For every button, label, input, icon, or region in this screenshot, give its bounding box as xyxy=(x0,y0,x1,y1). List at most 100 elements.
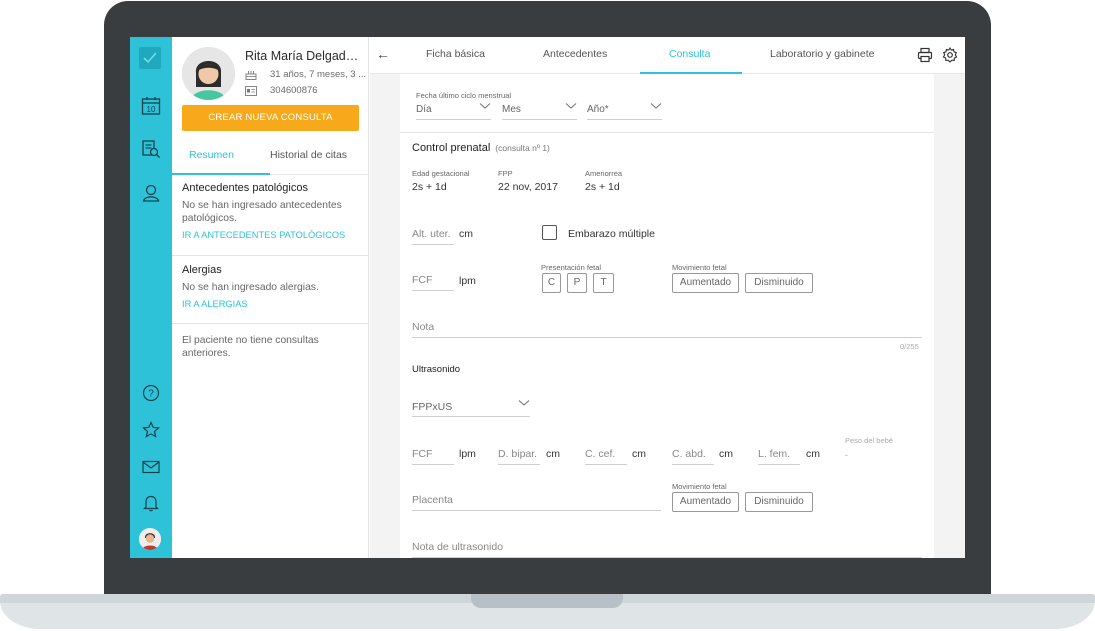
section-body: No se han ingresado alergias. xyxy=(182,282,319,293)
tab-antecedentes[interactable]: Antecedentes xyxy=(543,48,607,60)
control-subtitle: (consulta nº 1) xyxy=(495,143,550,153)
control-prenatal-title: Control prenatal (consulta nº 1) xyxy=(412,142,550,154)
us-aumentado-button[interactable]: Aumentado xyxy=(672,492,739,512)
section-title: Antecedentes patológicos xyxy=(182,182,308,194)
no-consults-text: El paciente no tiene consultas anteriore… xyxy=(182,335,319,359)
records-icon[interactable] xyxy=(139,137,163,161)
logo-icon[interactable] xyxy=(139,47,161,69)
section-body: No se han ingresado antecedentes patológ… xyxy=(182,200,342,224)
alt-uter-unit: cm xyxy=(459,228,473,240)
peso-bebe-label: Peso del bebé xyxy=(845,436,893,445)
tab-resumen[interactable]: Resumen xyxy=(189,149,234,161)
calendar-day: 10 xyxy=(147,105,156,114)
disminuido-button[interactable]: Disminuido xyxy=(745,273,813,293)
control-title-text: Control prenatal xyxy=(412,142,491,154)
day-select-value: Día xyxy=(416,104,432,115)
link-antecedentes[interactable]: IR A ANTECEDENTES PATOLÓGICOS xyxy=(182,230,358,240)
patient-age: 31 años, 7 meses, 3 ... xyxy=(270,69,367,80)
divider xyxy=(400,132,934,133)
amenorrea-value: 2s + 1d xyxy=(585,181,620,193)
embarazo-multiple-label: Embarazo múltiple xyxy=(568,228,655,240)
month-select-value: Mes xyxy=(502,104,521,115)
consult-form: Fecha último ciclo menstrual Día Mes Año… xyxy=(400,74,934,558)
star-icon[interactable] xyxy=(139,418,163,442)
app-screen: 10 ? Rita María Delgado... 31 años, 7 me… xyxy=(130,37,965,558)
bell-icon[interactable] xyxy=(139,491,163,515)
icon-sidebar: 10 ? xyxy=(130,37,172,558)
month-select[interactable]: Mes xyxy=(502,103,577,120)
patient-panel: Rita María Delgado... 31 años, 7 meses, … xyxy=(172,37,369,558)
presentacion-fetal-label: Presentación fetal xyxy=(541,263,602,272)
back-arrow-icon[interactable]: ← xyxy=(376,46,390,62)
gear-icon[interactable] xyxy=(942,46,958,63)
id-card-icon xyxy=(245,85,257,96)
fpp-label: FPP xyxy=(498,169,513,178)
chevron-down-icon xyxy=(479,103,491,109)
c-abd-unit: cm xyxy=(719,448,733,460)
fcf-input[interactable]: FCF xyxy=(412,274,454,291)
section-alergias: Alergias No se han ingresado alergias. I… xyxy=(172,264,368,324)
movimiento-fetal-label: Movimiento fetal xyxy=(672,263,727,272)
mail-icon[interactable] xyxy=(139,455,163,479)
patients-icon[interactable] xyxy=(139,181,163,205)
nota-ultrasonido-input[interactable]: Nota de ultrasonido xyxy=(412,541,922,558)
l-fem-input[interactable]: L. fem. xyxy=(758,448,800,465)
patient-age-row: 31 años, 7 meses, 3 ... xyxy=(245,69,366,80)
section-title: Alergias xyxy=(182,264,222,276)
us-disminuido-button[interactable]: Disminuido xyxy=(745,492,813,512)
top-nav: ← Ficha básica Antecedentes Consulta Lab… xyxy=(370,37,965,74)
section-consultas: El paciente no tiene consultas anteriore… xyxy=(172,334,368,360)
edad-gestacional-value: 2s + 1d xyxy=(412,181,447,193)
chevron-down-icon xyxy=(518,400,530,406)
patient-name: Rita María Delgado... xyxy=(245,49,363,63)
section-antecedentes: Antecedentes patológicos No se han ingre… xyxy=(172,182,368,256)
fppxus-select-value: FPPxUS xyxy=(412,401,453,413)
patient-id-number: 304600876 xyxy=(270,85,318,96)
help-icon[interactable]: ? xyxy=(139,381,163,405)
calendar-icon[interactable]: 10 xyxy=(139,94,163,118)
year-select[interactable]: Año* xyxy=(587,103,662,120)
laptop-notch xyxy=(471,594,623,608)
patient-id-row: 304600876 xyxy=(245,85,318,96)
nota-input[interactable]: Nota xyxy=(412,321,922,338)
day-select[interactable]: Día xyxy=(416,103,491,120)
active-tab-indicator xyxy=(172,173,270,175)
year-select-value: Año* xyxy=(587,104,609,115)
chevron-down-icon xyxy=(565,103,577,109)
presentacion-t-button[interactable]: T xyxy=(593,273,614,293)
c-abd-input[interactable]: C. abd. xyxy=(672,448,714,465)
main-content: ← Ficha básica Antecedentes Consulta Lab… xyxy=(370,37,965,558)
presentacion-c-button[interactable]: C xyxy=(542,273,561,293)
embarazo-multiple-checkbox[interactable] xyxy=(542,225,557,240)
link-alergias[interactable]: IR A ALERGIAS xyxy=(182,299,358,309)
print-icon[interactable] xyxy=(917,47,933,63)
tab-ficha-basica[interactable]: Ficha básica xyxy=(426,48,485,60)
c-cef-unit: cm xyxy=(632,448,646,460)
c-cef-input[interactable]: C. cef. xyxy=(585,448,627,465)
us-movimiento-fetal-label: Movimiento fetal xyxy=(672,482,727,491)
laptop-mockup: 10 ? Rita María Delgado... 31 años, 7 me… xyxy=(0,0,1095,631)
fpp-value: 22 nov, 2017 xyxy=(498,181,558,193)
fum-label: Fecha último ciclo menstrual xyxy=(416,91,512,100)
chevron-down-icon xyxy=(650,103,662,109)
us-fcf-input[interactable]: FCF xyxy=(412,448,454,465)
tab-historial-citas[interactable]: Historial de citas xyxy=(270,149,347,161)
placenta-input[interactable]: Placenta xyxy=(412,494,661,511)
d-bipar-input[interactable]: D. bipar. xyxy=(498,448,540,465)
user-avatar[interactable] xyxy=(139,528,161,550)
fppxus-select[interactable]: FPPxUS xyxy=(412,400,530,417)
patient-avatar xyxy=(182,47,235,100)
alt-uter-input[interactable]: Alt. uter. xyxy=(412,228,454,245)
edad-gestacional-label: Edad gestacional xyxy=(412,169,470,178)
l-fem-unit: cm xyxy=(806,448,820,460)
svg-text:?: ? xyxy=(148,389,154,400)
ultrasonido-title: Ultrasonido xyxy=(412,364,461,375)
tab-consulta[interactable]: Consulta xyxy=(669,48,710,60)
cake-icon xyxy=(245,69,257,80)
aumentado-button[interactable]: Aumentado xyxy=(672,273,739,293)
tab-laboratorio[interactable]: Laboratorio y gabinete xyxy=(770,48,875,60)
new-consult-button[interactable]: CREAR NUEVA CONSULTA xyxy=(182,105,359,131)
nota-counter: 0/255 xyxy=(900,342,919,351)
amenorrea-label: Amenorrea xyxy=(585,169,623,178)
presentacion-p-button[interactable]: P xyxy=(567,273,587,293)
